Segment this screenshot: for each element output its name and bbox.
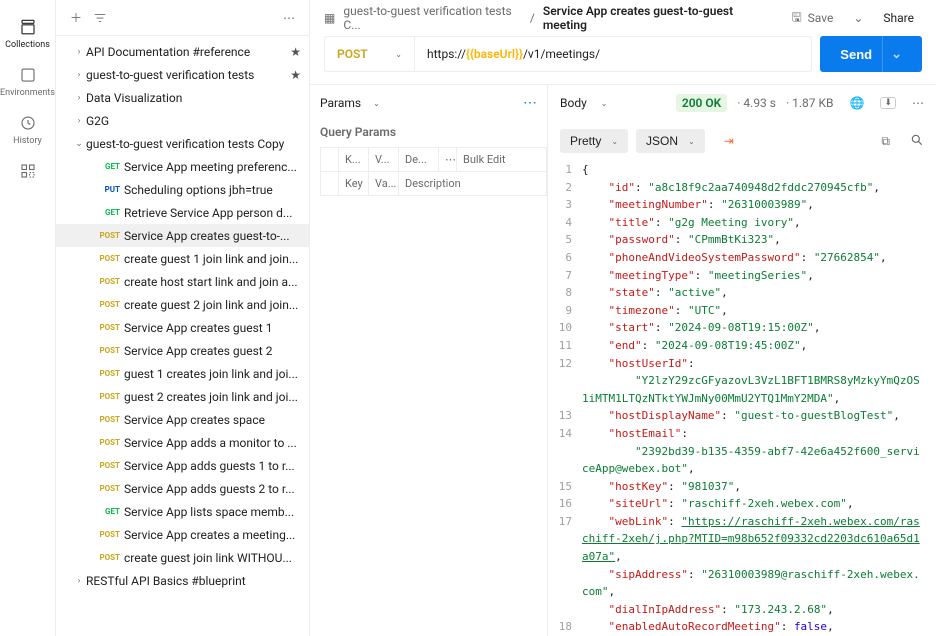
method-badge: POST: [92, 530, 120, 539]
query-params-title: Query Params: [310, 121, 547, 147]
bulk-edit[interactable]: Bulk Edit: [457, 148, 546, 171]
view-mode-select[interactable]: Pretty⌄: [560, 129, 628, 153]
rail-collections[interactable]: Collections: [0, 10, 56, 58]
response-size: · 1.87 KB: [786, 96, 834, 110]
method-badge: POST: [92, 369, 120, 378]
icon-rail: Collections Environments History: [0, 0, 56, 636]
method-badge: POST: [92, 231, 120, 240]
options-button[interactable]: ⋯: [277, 6, 301, 30]
method-badge: POST: [92, 553, 120, 562]
save-button[interactable]: 🖫Save: [783, 4, 841, 33]
wrap-lines-icon[interactable]: ⇥: [713, 128, 745, 154]
sidebar: ＋ ⋯ ›API Documentation #reference★›guest…: [56, 0, 310, 636]
tree-request[interactable]: POSTcreate guest 2 join link and join...: [56, 293, 309, 316]
response-pane: Body ⌄ 200 OK · 4.93 s · 1.87 KB 🌐 ⬇ ⋯ P…: [548, 85, 936, 636]
tree-folder[interactable]: ›API Documentation #reference★: [56, 40, 309, 63]
method-badge: PUT: [92, 185, 120, 194]
tree-request[interactable]: POSTcreate guest join link WITHOU...: [56, 546, 309, 569]
sidebar-toolbar: ＋ ⋯: [56, 0, 309, 36]
tree-folder[interactable]: ›RESTful API Basics #blueprint: [56, 569, 309, 592]
new-button[interactable]: ＋: [64, 6, 88, 30]
save-response-icon[interactable]: ⬇: [880, 97, 896, 109]
tree-request[interactable]: POSTService App adds a monitor to ...: [56, 431, 309, 454]
star-icon[interactable]: ★: [290, 45, 301, 59]
tree-request[interactable]: POSTguest 1 creates join link and joi...: [56, 362, 309, 385]
method-badge: GET: [92, 208, 120, 217]
col-desc[interactable]: De...: [399, 148, 439, 171]
collection-icon: ▦: [324, 11, 335, 25]
method-badge: POST: [92, 415, 120, 424]
request-more[interactable]: ⋯: [523, 95, 537, 111]
tree-request[interactable]: POSTService App adds guests 1 to r...: [56, 454, 309, 477]
url-input[interactable]: https://{{baseUrl}}/v1/meetings/: [415, 37, 811, 71]
response-body[interactable]: 1{2 "id": "a8c18f9c2aa740948d2fddc270945…: [548, 161, 936, 636]
method-badge: POST: [92, 461, 120, 470]
rail-more[interactable]: [0, 154, 56, 188]
tree-request[interactable]: POSTService App creates guest 2: [56, 339, 309, 362]
network-icon[interactable]: 🌐: [850, 96, 865, 110]
tree-folder[interactable]: ›guest-to-guest verification tests★: [56, 63, 309, 86]
filter-button[interactable]: [88, 6, 112, 30]
tree-request[interactable]: GETRetrieve Service App person d...: [56, 201, 309, 224]
tree-folder[interactable]: ›Data Visualization: [56, 86, 309, 109]
tree-request[interactable]: POSTcreate host start link and join a...: [56, 270, 309, 293]
status-badge: 200 OK: [676, 94, 727, 112]
col-key[interactable]: K...: [339, 148, 369, 171]
tree-request[interactable]: POSTService App creates space: [56, 408, 309, 431]
method-badge: POST: [92, 254, 120, 263]
star-icon[interactable]: ★: [290, 68, 301, 82]
main-area: ▦ guest-to-guest verification tests C...…: [310, 0, 936, 636]
breadcrumb-current: Service App creates guest-to-guest meeti…: [543, 4, 768, 32]
response-time: · 4.93 s: [737, 96, 776, 110]
tree-request[interactable]: POSTService App creates a meeting...: [56, 523, 309, 546]
breadcrumb-row: ▦ guest-to-guest verification tests C...…: [310, 0, 936, 36]
method-badge: POST: [92, 392, 120, 401]
tab-params[interactable]: Params: [320, 96, 361, 110]
tree-request[interactable]: PUTScheduling options jbh=true: [56, 178, 309, 201]
request-pane: Params ⌄ ⋯ Query Params K... V... De... …: [310, 85, 548, 636]
send-button[interactable]: Send ⌄: [820, 36, 922, 72]
key-input[interactable]: Key: [339, 172, 369, 195]
tree-folder[interactable]: ⌄guest-to-guest verification tests Copy: [56, 132, 309, 155]
method-badge: POST: [92, 484, 120, 493]
tree-request[interactable]: POSTcreate guest 1 join link and join...: [56, 247, 309, 270]
method-badge: POST: [92, 346, 120, 355]
share-button[interactable]: Share: [875, 7, 922, 29]
tree-request[interactable]: POSTService App creates guest 1: [56, 316, 309, 339]
rail-environments[interactable]: Environments: [0, 58, 56, 106]
search-icon[interactable]: [910, 133, 924, 150]
value-input[interactable]: Va...: [369, 172, 399, 195]
copy-icon[interactable]: ⧉: [881, 134, 890, 149]
tree-request[interactable]: GETService App meeting preferenc...: [56, 155, 309, 178]
response-more[interactable]: ⋯: [912, 96, 924, 110]
collection-tree: ›API Documentation #reference★›guest-to-…: [56, 36, 309, 636]
rail-history[interactable]: History: [0, 106, 56, 154]
desc-input[interactable]: Description: [399, 172, 546, 195]
tree-folder[interactable]: ›G2G: [56, 109, 309, 132]
method-select[interactable]: POST⌄: [325, 37, 415, 71]
breadcrumb-parent[interactable]: guest-to-guest verification tests C...: [343, 4, 522, 32]
method-badge: GET: [92, 507, 120, 516]
breadcrumb-sep: /: [530, 11, 535, 25]
url-bar: POST⌄ https://{{baseUrl}}/v1/meetings/ S…: [310, 36, 936, 84]
tree-request[interactable]: GETService App lists space memb...: [56, 500, 309, 523]
col-value[interactable]: V...: [369, 148, 399, 171]
tree-request[interactable]: POSTguest 2 creates join link and joi...: [56, 385, 309, 408]
tree-request[interactable]: POSTService App adds guests 2 to r...: [56, 477, 309, 500]
save-dropdown[interactable]: ⌄: [849, 7, 867, 29]
method-badge: POST: [92, 438, 120, 447]
query-params-table: K... V... De... ⋯ Bulk Edit Key Va... De…: [320, 147, 547, 196]
format-select[interactable]: JSON⌄: [636, 129, 705, 153]
method-badge: POST: [92, 323, 120, 332]
method-badge: GET: [92, 162, 120, 171]
method-badge: POST: [92, 277, 120, 286]
method-badge: POST: [92, 300, 120, 309]
tree-request[interactable]: POSTService App creates guest-to-...: [56, 224, 309, 247]
tab-body[interactable]: Body: [560, 96, 587, 110]
